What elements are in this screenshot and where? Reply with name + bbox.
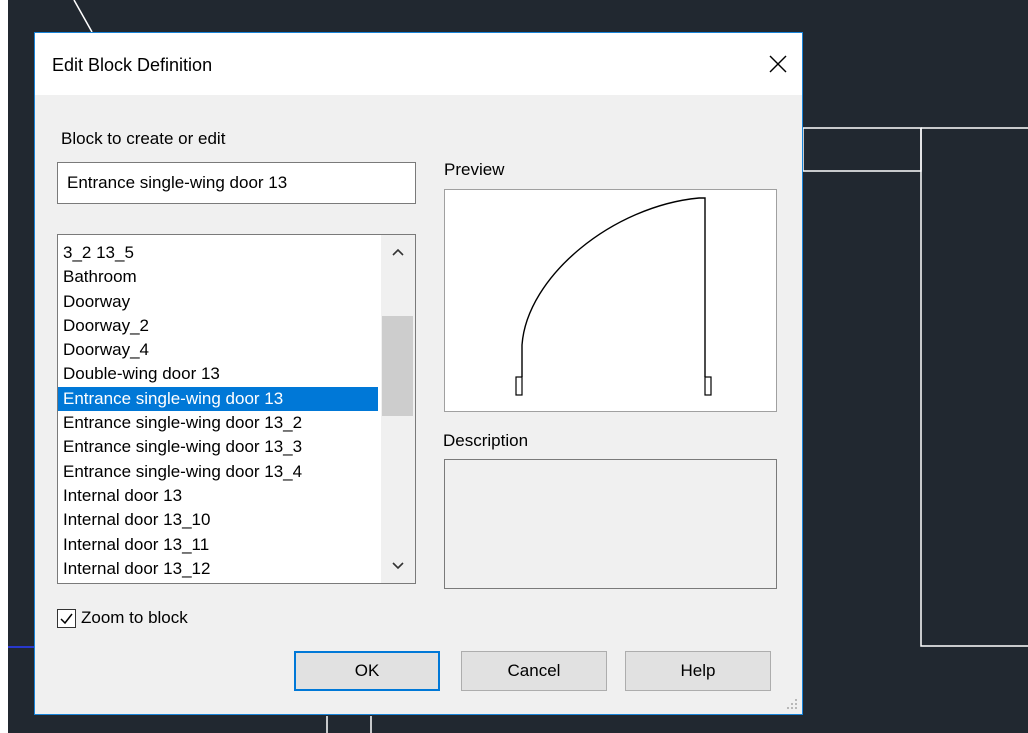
scroll-up-button[interactable] (381, 235, 415, 269)
block-name-label: Block to create or edit (61, 129, 226, 148)
chevron-up-icon (392, 248, 404, 256)
block-name-input[interactable] (57, 162, 416, 204)
block-list-item[interactable]: Bathroom (58, 265, 378, 289)
scroll-thumb[interactable] (382, 316, 413, 416)
block-list-item[interactable]: Entrance single-wing door 13_2 (58, 411, 378, 435)
block-list-item[interactable]: Doorway_2 (58, 314, 378, 338)
close-button[interactable] (756, 45, 800, 83)
block-list-item[interactable]: Internal door 13_10 (58, 508, 378, 532)
door-preview-drawing (515, 197, 712, 396)
preview-label: Preview (444, 160, 505, 179)
block-list-item[interactable]: Entrance single-wing door 13_4 (58, 460, 378, 484)
block-list[interactable]: 3_2 13_5 Bathroom Doorway Doorway_2 Doorway_… (57, 234, 416, 584)
block-list-item[interactable]: Internal door 13 (58, 484, 378, 508)
block-list-item[interactable]: 3_2 13_5 (58, 241, 378, 265)
chevron-down-icon (392, 562, 404, 570)
block-list-scrollbar[interactable] (381, 235, 415, 583)
block-preview (444, 189, 777, 412)
block-list-item[interactable]: Double-wing door 13 (58, 362, 378, 386)
cad-line (73, 0, 93, 33)
checkmark-icon (60, 613, 73, 624)
cancel-button[interactable]: Cancel (461, 651, 607, 691)
cad-rect (802, 127, 922, 172)
description-field[interactable] (444, 459, 777, 589)
zoom-to-block-label: Zoom to block (81, 608, 188, 627)
block-list-item[interactable]: Entrance single-wing door 13 (58, 386, 378, 412)
zoom-to-block-checkbox[interactable]: Zoom to block (57, 608, 188, 628)
ok-button[interactable]: OK (294, 651, 440, 691)
help-button[interactable]: Help (625, 651, 771, 691)
scroll-down-button[interactable] (381, 549, 415, 583)
resize-grip-icon[interactable] (786, 698, 798, 710)
description-label: Description (443, 431, 529, 450)
close-icon (769, 55, 787, 73)
block-list-items: 3_2 13_5 Bathroom Doorway Doorway_2 Doorway_… (58, 241, 378, 581)
dialog-title: Edit Block Definition (52, 55, 213, 75)
block-list-item[interactable]: Internal door 13_12 (58, 557, 378, 581)
block-list-item[interactable]: Doorway (58, 290, 378, 314)
block-list-item[interactable]: Doorway_4 (58, 338, 378, 362)
block-list-item[interactable]: Internal door 13_11 (58, 533, 378, 557)
edit-block-definition-dialog: Edit Block Definition Block to create or… (34, 32, 803, 715)
cad-line (920, 128, 1028, 647)
checkbox-box[interactable] (57, 608, 76, 628)
dialog-titlebar[interactable]: Edit Block Definition (35, 33, 802, 95)
block-list-item[interactable]: Entrance single-wing door 13_3 (58, 435, 378, 459)
